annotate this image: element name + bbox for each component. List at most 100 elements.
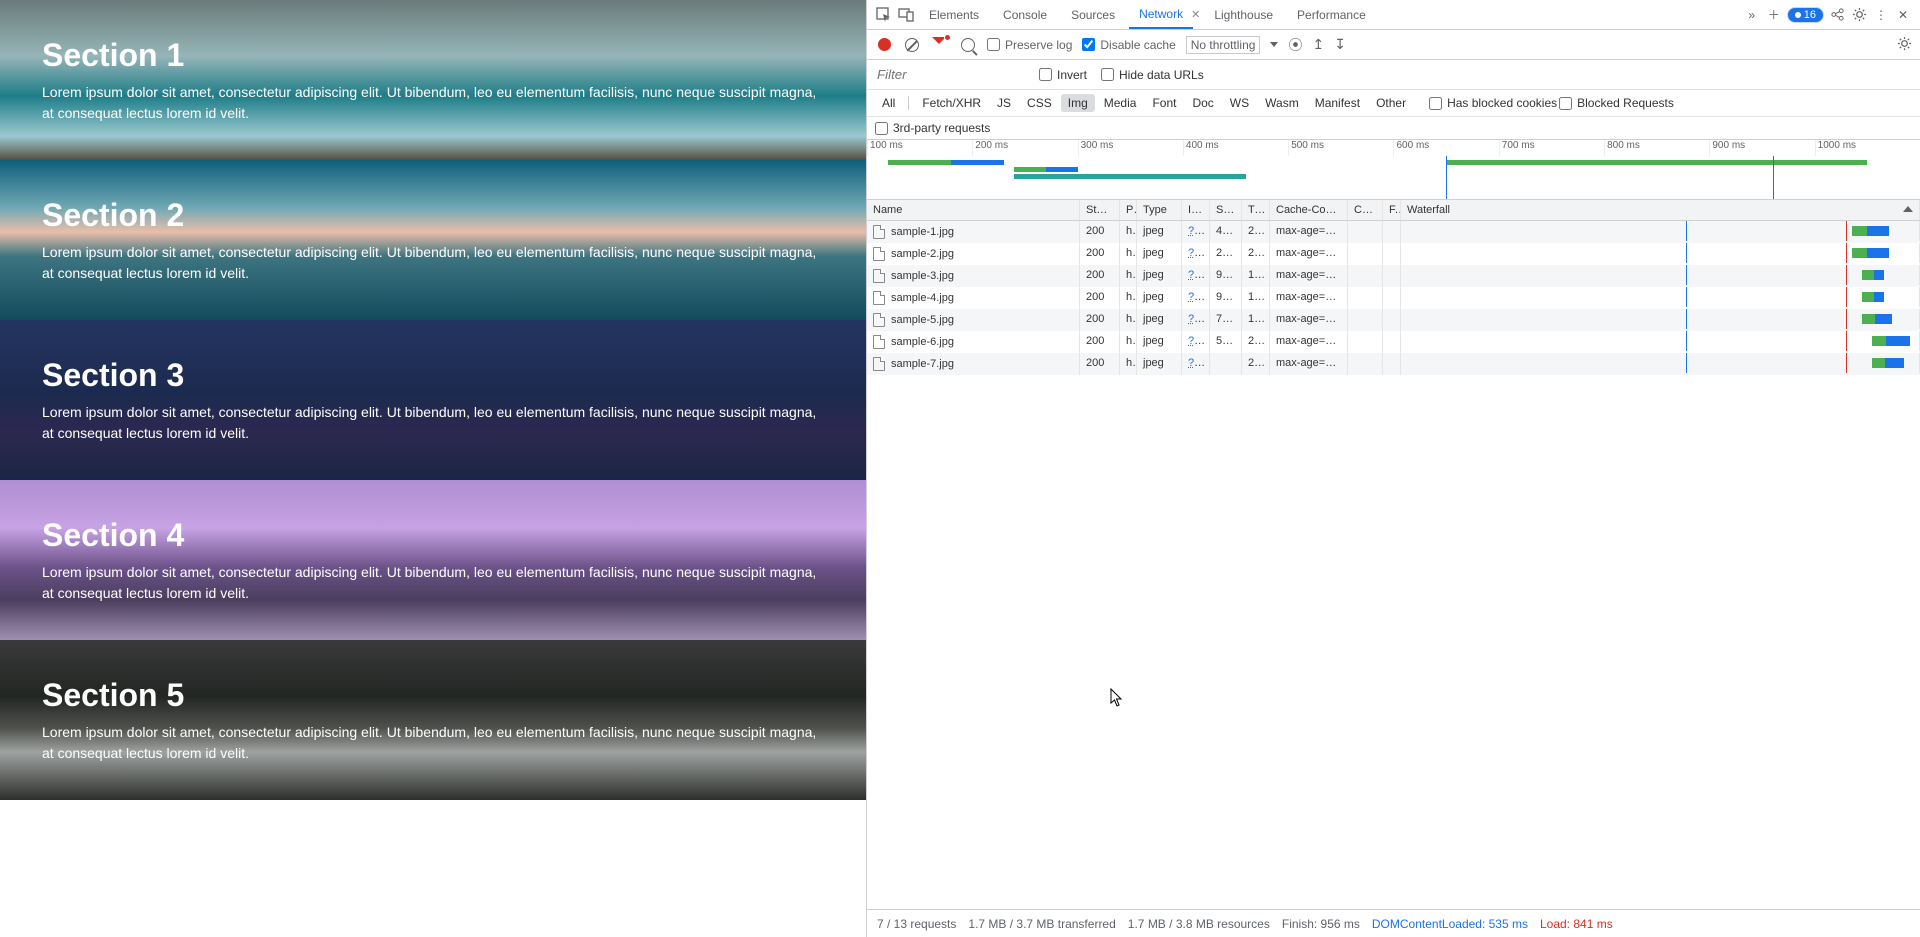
disable-cache-checkbox[interactable]: Disable cache	[1082, 38, 1175, 52]
status-finish: Finish: 956 ms	[1282, 917, 1360, 931]
filter-ws[interactable]: WS	[1223, 94, 1256, 112]
filter-other[interactable]: Other	[1369, 94, 1413, 112]
third-party-bar: 3rd-party requests	[867, 117, 1920, 140]
col-name[interactable]: Name	[867, 200, 1080, 220]
settings-icon[interactable]	[1850, 6, 1868, 24]
table-row[interactable]: sample-3.jpg200h..jpeg?t...90...16...max…	[867, 265, 1920, 287]
tab-elements[interactable]: Elements	[919, 2, 989, 28]
tab-sources[interactable]: Sources	[1061, 2, 1125, 28]
filter-fetch[interactable]: Fetch/XHR	[915, 94, 988, 112]
add-tab-icon[interactable]: ＋	[1765, 6, 1783, 24]
tab-performance[interactable]: Performance	[1287, 2, 1376, 28]
initiator-link[interactable]: ?t...	[1188, 313, 1206, 325]
issues-badge[interactable]: 16	[1787, 7, 1824, 23]
section-body: Lorem ipsum dolor sit amet, consectetur …	[42, 402, 822, 443]
record-button[interactable]	[875, 36, 893, 54]
filter-toggle-button[interactable]	[931, 36, 949, 54]
preserve-log-checkbox[interactable]: Preserve log	[987, 38, 1072, 52]
initiator-link[interactable]: ?t...	[1188, 335, 1206, 347]
filter-wasm[interactable]: Wasm	[1258, 94, 1306, 112]
filter-doc[interactable]: Doc	[1185, 94, 1220, 112]
blocked-requests-checkbox[interactable]: Blocked Requests	[1559, 96, 1674, 110]
table-row[interactable]: sample-7.jpg200h..jpeg?t...21...max-age=…	[867, 353, 1920, 375]
table-row[interactable]: sample-6.jpg200h..jpeg?t...59...28...max…	[867, 331, 1920, 353]
close-tab-icon[interactable]: ✕	[1191, 8, 1200, 21]
initiator-link[interactable]: ?t...	[1188, 291, 1206, 303]
initiator-link[interactable]: ?t...	[1188, 225, 1206, 237]
clear-button[interactable]	[903, 36, 921, 54]
initiator-link[interactable]: ?t...	[1188, 269, 1206, 281]
tick: 100 ms	[867, 140, 972, 156]
col-content[interactable]: Cont...	[1348, 200, 1383, 220]
tick: 500 ms	[1288, 140, 1393, 156]
col-time[interactable]: Ti...	[1242, 200, 1270, 220]
timeline-overview[interactable]: 100 ms 200 ms 300 ms 400 ms 500 ms 600 m…	[867, 140, 1920, 200]
file-icon	[873, 291, 885, 305]
close-devtools-icon[interactable]: ✕	[1894, 6, 1912, 24]
section-1: Section 1 Lorem ipsum dolor sit amet, co…	[0, 0, 866, 160]
tab-console[interactable]: Console	[993, 2, 1057, 28]
col-status[interactable]: Status	[1080, 200, 1120, 220]
type-filter-bar: All Fetch/XHR JS CSS Img Media Font Doc …	[867, 90, 1920, 117]
network-toolbar: Preserve log Disable cache No throttling…	[867, 30, 1920, 60]
col-type[interactable]: Type	[1137, 200, 1182, 220]
status-load: Load: 841 ms	[1540, 917, 1613, 931]
table-row[interactable]: sample-2.jpg200h..jpeg?t...21...24...max…	[867, 243, 1920, 265]
invert-checkbox[interactable]: Invert	[1039, 68, 1087, 82]
device-toggle-icon[interactable]	[897, 6, 915, 24]
filter-img[interactable]: Img	[1061, 94, 1095, 112]
table-row[interactable]: sample-5.jpg200h..jpeg?t...76...19...max…	[867, 309, 1920, 331]
blocked-req-label: Blocked Requests	[1577, 96, 1674, 110]
blocked-cookies-checkbox[interactable]: Has blocked cookies	[1429, 96, 1557, 110]
table-row[interactable]: sample-1.jpg200h..jpeg?t...40...24...max…	[867, 221, 1920, 243]
overview-dcl-marker	[1446, 156, 1447, 199]
col-waterfall[interactable]: Waterfall	[1401, 200, 1920, 220]
col-protocol[interactable]: P	[1120, 200, 1137, 220]
throttling-label: No throttling	[1191, 38, 1256, 52]
network-settings-icon[interactable]	[1897, 36, 1912, 54]
share-icon[interactable]	[1828, 6, 1846, 24]
tab-lighthouse[interactable]: Lighthouse	[1204, 2, 1283, 28]
search-button[interactable]	[959, 36, 977, 54]
status-requests: 7 / 13 requests	[877, 917, 956, 931]
third-party-checkbox[interactable]: 3rd-party requests	[875, 121, 990, 135]
filter-font[interactable]: Font	[1145, 94, 1183, 112]
filter-css[interactable]: CSS	[1020, 94, 1059, 112]
filter-manifest[interactable]: Manifest	[1308, 94, 1367, 112]
file-icon	[873, 357, 885, 371]
filter-media[interactable]: Media	[1097, 94, 1144, 112]
col-f[interactable]: F.	[1383, 200, 1401, 220]
network-conditions-icon[interactable]: ⦿	[1288, 35, 1302, 55]
table-row[interactable]: sample-4.jpg200h..jpeg?t...97...16...max…	[867, 287, 1920, 309]
tick: 400 ms	[1183, 140, 1288, 156]
section-2: Section 2 Lorem ipsum dolor sit amet, co…	[0, 160, 866, 320]
table-header[interactable]: Name Status P Type Ini... Size Ti... Cac…	[867, 200, 1920, 221]
filter-input[interactable]	[875, 64, 1025, 85]
filter-all[interactable]: All	[875, 94, 902, 112]
inspect-icon[interactable]	[875, 6, 893, 24]
throttling-select[interactable]: No throttling	[1186, 36, 1261, 54]
status-dcl: DOMContentLoaded: 535 ms	[1372, 917, 1528, 931]
tick: 600 ms	[1393, 140, 1498, 156]
col-cache[interactable]: Cache-Control	[1270, 200, 1348, 220]
section-title: Section 3	[42, 357, 824, 394]
page-viewport[interactable]: Section 1 Lorem ipsum dolor sit amet, co…	[0, 0, 866, 937]
status-resources: 1.7 MB / 3.8 MB resources	[1128, 917, 1270, 931]
kebab-icon[interactable]: ⋮	[1872, 6, 1890, 24]
throttling-caret-icon[interactable]	[1270, 42, 1278, 47]
col-initiator[interactable]: Ini...	[1182, 200, 1210, 220]
hide-data-urls-checkbox[interactable]: Hide data URLs	[1101, 68, 1204, 82]
initiator-link[interactable]: ?t...	[1188, 247, 1206, 259]
more-tabs-icon[interactable]: »	[1743, 6, 1761, 24]
overview-load-marker	[1773, 156, 1774, 199]
filter-js[interactable]: JS	[990, 94, 1018, 112]
tab-network[interactable]: Network	[1129, 1, 1193, 29]
file-icon	[873, 335, 885, 349]
import-har-icon[interactable]: ↥	[1312, 36, 1324, 53]
col-size[interactable]: Size	[1210, 200, 1242, 220]
invert-label: Invert	[1057, 68, 1087, 82]
blocked-cookies-label: Has blocked cookies	[1447, 96, 1557, 110]
initiator-link[interactable]: ?t...	[1188, 357, 1206, 369]
request-table: Name Status P Type Ini... Size Ti... Cac…	[867, 200, 1920, 909]
export-har-icon[interactable]: ↧	[1334, 36, 1346, 53]
